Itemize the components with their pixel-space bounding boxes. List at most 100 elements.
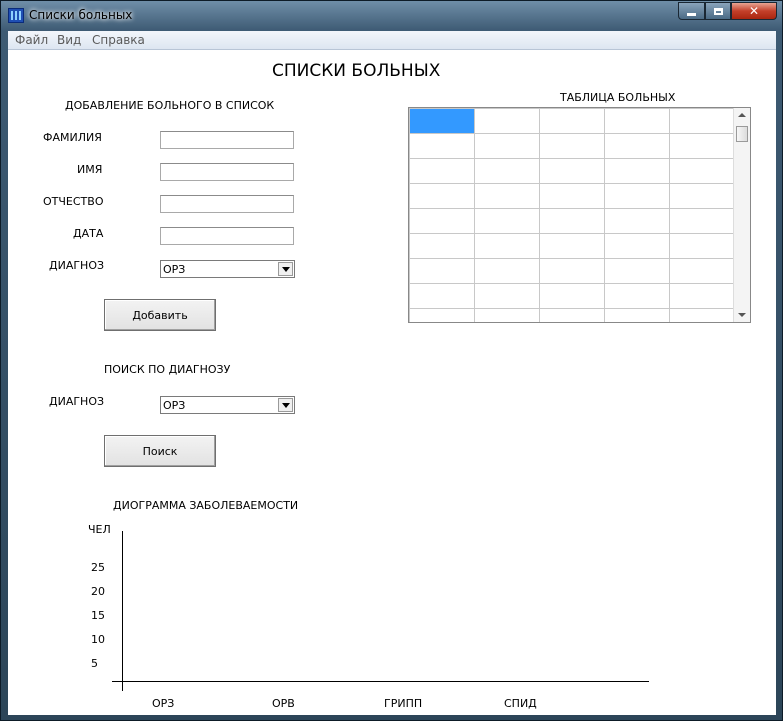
window-title: Списки больных bbox=[29, 8, 133, 22]
table-cell[interactable] bbox=[539, 233, 605, 259]
table-cell[interactable] bbox=[604, 283, 670, 309]
table-cell[interactable] bbox=[669, 208, 735, 234]
title-bar[interactable]: Списки больных ✕ bbox=[1, 1, 782, 29]
x-category-label: СПИД bbox=[504, 697, 537, 710]
table-cell[interactable] bbox=[539, 283, 605, 309]
table-cell[interactable] bbox=[669, 183, 735, 209]
minimize-button[interactable] bbox=[678, 2, 705, 20]
table-cell[interactable] bbox=[474, 133, 540, 159]
table-cell[interactable] bbox=[539, 158, 605, 184]
table-cell[interactable] bbox=[539, 258, 605, 284]
diagnosis-select-value: ОРЗ bbox=[163, 263, 186, 276]
table-cell[interactable] bbox=[669, 158, 735, 184]
scroll-up-icon[interactable] bbox=[738, 113, 746, 117]
table-cell[interactable] bbox=[604, 183, 670, 209]
menu-help[interactable]: Справка bbox=[92, 33, 145, 47]
scroll-thumb[interactable] bbox=[736, 126, 748, 142]
table-cell[interactable] bbox=[474, 208, 540, 234]
y-tick-label: 10 bbox=[91, 633, 105, 646]
client-area: СПИСКИ БОЛЬНЫХ ДОБАВЛЕНИЕ БОЛЬНОГО В СПИ… bbox=[8, 50, 776, 715]
table-cell[interactable] bbox=[474, 258, 540, 284]
table-cell[interactable] bbox=[409, 183, 475, 209]
surname-label: ФАМИЛИЯ bbox=[43, 131, 102, 144]
table-cell[interactable] bbox=[409, 158, 475, 184]
table-cell[interactable] bbox=[539, 108, 605, 134]
table-cell[interactable] bbox=[474, 183, 540, 209]
table-title: ТАБЛИЦА БОЛЬНЫХ bbox=[560, 91, 676, 104]
x-category-label: ОРВ bbox=[272, 697, 295, 710]
name-input[interactable] bbox=[160, 163, 294, 181]
table-cell[interactable] bbox=[474, 108, 540, 134]
table-cell[interactable] bbox=[669, 133, 735, 159]
chart-y-axis bbox=[122, 531, 123, 691]
table-row bbox=[409, 258, 735, 284]
table-cell[interactable] bbox=[474, 308, 540, 322]
table-cell[interactable] bbox=[669, 233, 735, 259]
y-tick-label: 15 bbox=[91, 609, 105, 622]
table-cell[interactable] bbox=[669, 308, 735, 322]
table-cell[interactable] bbox=[474, 283, 540, 309]
surname-input[interactable] bbox=[160, 131, 294, 149]
table-cell[interactable] bbox=[409, 258, 475, 284]
table-cell[interactable] bbox=[604, 208, 670, 234]
patients-table-grid bbox=[409, 108, 735, 322]
chevron-down-icon[interactable] bbox=[278, 398, 293, 412]
table-cell[interactable] bbox=[409, 308, 475, 322]
table-cell[interactable] bbox=[409, 233, 475, 259]
table-cell[interactable] bbox=[474, 233, 540, 259]
menu-bar: Файл Вид Справка bbox=[8, 31, 776, 50]
table-row bbox=[409, 108, 735, 134]
table-cell[interactable] bbox=[474, 158, 540, 184]
table-cell[interactable] bbox=[409, 208, 475, 234]
x-category-label: ОРЗ bbox=[152, 697, 175, 710]
close-icon: ✕ bbox=[748, 4, 760, 18]
patronymic-input[interactable] bbox=[160, 195, 294, 213]
chart-title: ДИОГРАММА ЗАБОЛЕВАЕМОСТИ bbox=[113, 499, 299, 512]
add-button[interactable]: Добавить bbox=[104, 299, 216, 331]
chevron-down-icon[interactable] bbox=[278, 262, 293, 276]
chart-x-axis bbox=[112, 681, 649, 682]
search-button[interactable]: Поиск bbox=[104, 435, 216, 467]
search-diagnosis-value: ОРЗ bbox=[163, 399, 186, 412]
table-cell[interactable] bbox=[409, 108, 475, 134]
table-cell[interactable] bbox=[539, 308, 605, 322]
table-row bbox=[409, 208, 735, 234]
table-row bbox=[409, 308, 735, 322]
table-cell[interactable] bbox=[409, 133, 475, 159]
diagnosis-select[interactable]: ОРЗ bbox=[160, 260, 295, 278]
maximize-button[interactable] bbox=[705, 2, 731, 20]
table-cell[interactable] bbox=[669, 258, 735, 284]
table-cell[interactable] bbox=[604, 308, 670, 322]
table-cell[interactable] bbox=[409, 283, 475, 309]
table-cell[interactable] bbox=[539, 133, 605, 159]
y-tick-label: 25 bbox=[91, 561, 105, 574]
patronymic-label: ОТЧЕСТВО bbox=[43, 195, 104, 208]
name-label: ИМЯ bbox=[77, 163, 103, 176]
maximize-icon bbox=[713, 7, 723, 15]
search-diagnosis-select[interactable]: ОРЗ bbox=[160, 396, 295, 414]
window-controls: ✕ bbox=[678, 2, 777, 21]
table-cell[interactable] bbox=[539, 183, 605, 209]
table-cell[interactable] bbox=[604, 133, 670, 159]
menu-file[interactable]: Файл bbox=[15, 33, 48, 47]
table-cell[interactable] bbox=[539, 208, 605, 234]
table-scrollbar[interactable] bbox=[733, 108, 750, 322]
add-form-heading: ДОБАВЛЕНИЕ БОЛЬНОГО В СПИСОК bbox=[65, 99, 275, 112]
table-cell[interactable] bbox=[604, 158, 670, 184]
app-icon bbox=[8, 8, 24, 23]
scroll-down-icon[interactable] bbox=[738, 313, 746, 317]
table-cell[interactable] bbox=[604, 233, 670, 259]
minimize-icon bbox=[687, 12, 696, 16]
table-row bbox=[409, 158, 735, 184]
patients-table[interactable] bbox=[408, 107, 751, 323]
menu-view[interactable]: Вид bbox=[57, 33, 81, 47]
table-row bbox=[409, 233, 735, 259]
table-cell[interactable] bbox=[604, 108, 670, 134]
table-cell[interactable] bbox=[669, 283, 735, 309]
y-tick-label: 20 bbox=[91, 585, 105, 598]
search-diagnosis-label: ДИАГНОЗ bbox=[49, 395, 105, 408]
date-input[interactable] bbox=[160, 227, 294, 245]
table-cell[interactable] bbox=[604, 258, 670, 284]
table-cell[interactable] bbox=[669, 108, 735, 134]
close-button[interactable]: ✕ bbox=[731, 2, 777, 20]
